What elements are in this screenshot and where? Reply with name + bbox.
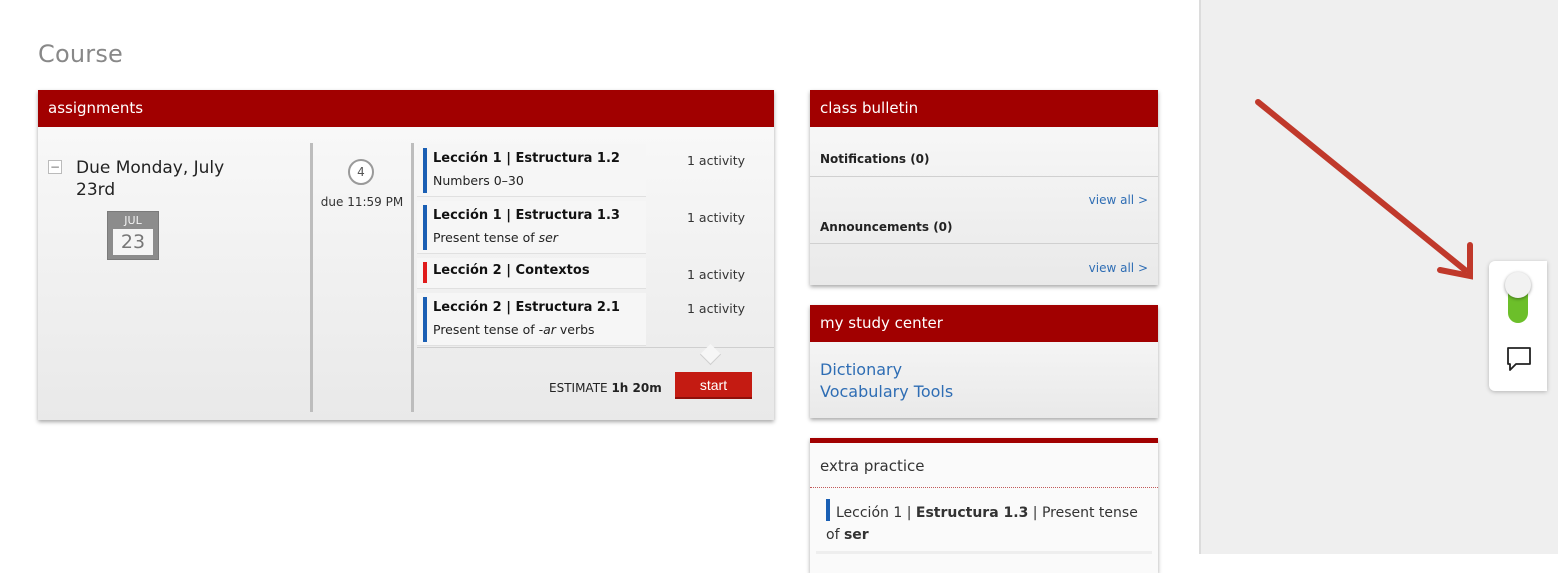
study-center-header: my study center — [810, 305, 1158, 342]
annotation-arrow-icon — [1255, 99, 1473, 280]
extra-practice-item[interactable]: Lección 1 | Estructura 1.3 | Present ten… — [826, 502, 1146, 546]
assignment-count-badge: 4 — [348, 159, 374, 185]
column-divider — [411, 143, 414, 412]
extra-practice-panel: extra practice Lección 1 | Estructura 1.… — [810, 438, 1158, 573]
assignments-panel: assignments − Due Monday, July 23rd JUL … — [38, 90, 774, 420]
divider — [810, 243, 1158, 244]
item-subtitle: Numbers 0–30 — [433, 173, 524, 188]
time-estimate: ESTIMATE 1h 20m — [549, 381, 662, 395]
item-activity-count: 1 activity — [687, 267, 746, 282]
collapse-toggle-icon[interactable]: − — [48, 160, 62, 174]
item-activity-count: 1 activity — [687, 153, 746, 168]
assignment-item[interactable]: Lección 2 | Contextos — [417, 258, 646, 289]
subtitle-text: Present tense of — [433, 230, 539, 245]
item-color-bar — [423, 297, 427, 342]
divider — [810, 176, 1158, 177]
subtitle-text: verbs — [555, 322, 595, 337]
item-title: Lección 2 | Estructura 2.1 — [433, 300, 620, 315]
assignment-item[interactable]: Lección 2 | Estructura 2.1 Present tense… — [417, 293, 646, 346]
divider — [810, 487, 1158, 488]
item-color-bar — [423, 148, 427, 193]
assignment-item[interactable]: Lección 1 | Estructura 1.2 Numbers 0–30 — [417, 144, 646, 197]
item-subtitle: Present tense of -ar verbs — [433, 322, 595, 337]
item-subtitle: Present tense of ser — [433, 230, 558, 245]
floating-widget — [1489, 261, 1547, 391]
calendar-month: JUL — [124, 214, 142, 227]
item-color-bar — [423, 262, 427, 283]
estimate-value: 1h 20m — [611, 381, 662, 395]
start-button[interactable]: start — [675, 372, 752, 399]
view-all-announcements-link[interactable]: view all > — [1089, 261, 1148, 275]
class-bulletin-panel: class bulletin Notifications (0) view al… — [810, 90, 1158, 285]
assignments-header: assignments — [38, 90, 774, 127]
subtitle-text: Present tense of — [433, 322, 539, 337]
item-text-bold: Estructura 1.3 — [915, 505, 1029, 521]
calendar-icon: JUL 23 — [107, 211, 159, 260]
page-title: Course — [38, 40, 123, 68]
due-date-label: Due Monday, July 23rd — [76, 158, 225, 200]
due-time: due 11:59 PM — [320, 195, 404, 209]
item-text-bold: ser — [843, 527, 869, 543]
estimate-label: ESTIMATE — [549, 381, 608, 395]
item-title: Lección 1 | Estructura 1.2 — [433, 151, 620, 166]
dictionary-link[interactable]: Dictionary — [820, 360, 902, 379]
chat-icon[interactable] — [1505, 345, 1533, 373]
item-activity-count: 1 activity — [687, 301, 746, 316]
subtitle-emphasis: -ar — [538, 322, 556, 337]
list-separator — [417, 347, 774, 348]
item-title: Lección 1 | Estructura 1.3 — [433, 208, 620, 223]
vocabulary-tools-link[interactable]: Vocabulary Tools — [820, 382, 953, 401]
due-date-column: − Due Monday, July 23rd JUL 23 — [38, 127, 310, 420]
assignment-item[interactable]: Lección 1 | Estructura 1.3 Present tense… — [417, 201, 646, 254]
notifications-label: Notifications (0) — [820, 152, 930, 166]
extra-practice-header: extra practice — [820, 457, 925, 475]
item-text: Lección 1 | — [836, 505, 916, 521]
subtitle-emphasis: ser — [538, 230, 558, 245]
toggle-knob[interactable] — [1505, 272, 1531, 298]
item-color-bar — [423, 205, 427, 250]
announcements-label: Announcements (0) — [820, 220, 953, 234]
class-bulletin-header: class bulletin — [810, 90, 1158, 127]
column-divider — [310, 143, 313, 412]
item-title: Lección 2 | Contextos — [433, 263, 590, 278]
calendar-day: 23 — [113, 229, 153, 255]
study-center-panel: my study center Dictionary Vocabulary To… — [810, 305, 1158, 418]
item-activity-count: 1 activity — [687, 210, 746, 225]
view-all-notifications-link[interactable]: view all > — [1089, 193, 1148, 207]
